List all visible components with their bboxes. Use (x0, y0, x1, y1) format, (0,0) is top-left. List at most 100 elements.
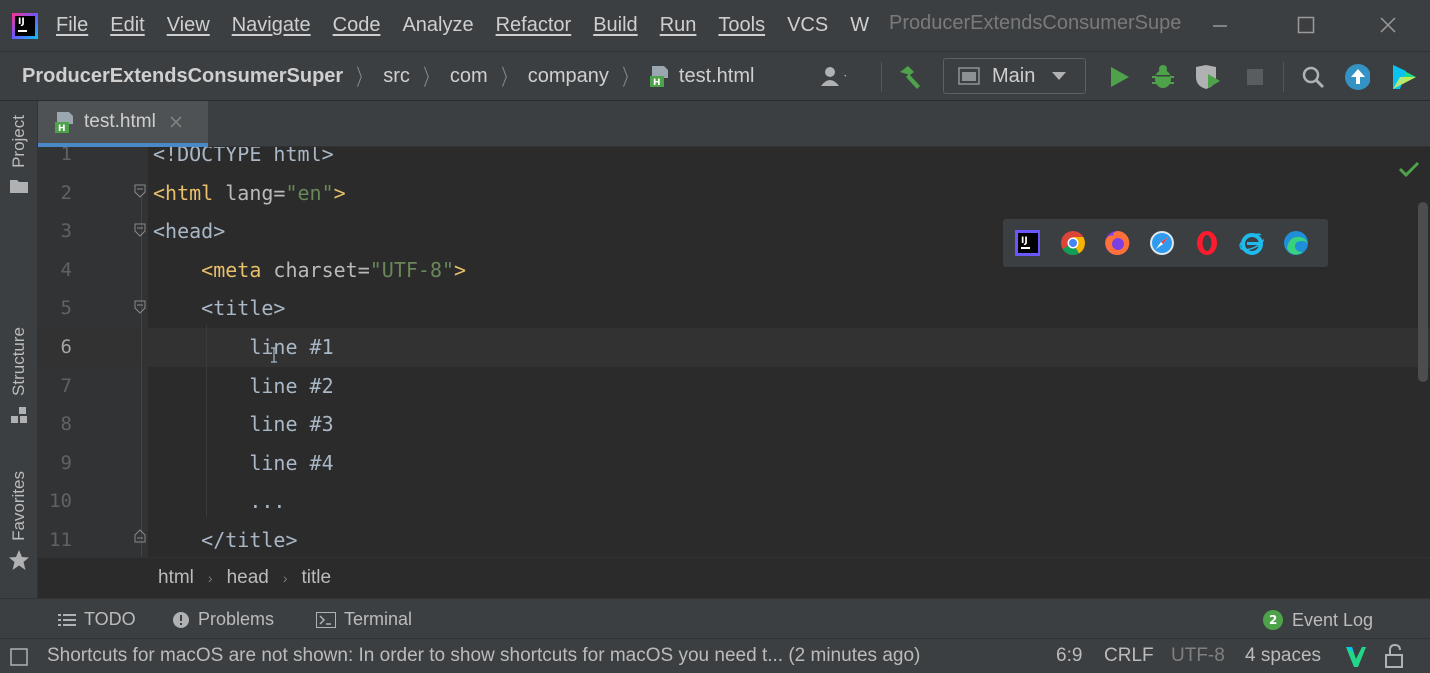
code-line[interactable]: 1 <!DOCTYPE html> (38, 147, 1430, 174)
fold-marker-icon[interactable] (134, 529, 146, 543)
structure-tool-tab[interactable]: Structure (0, 327, 38, 424)
menu-refactor[interactable]: Refactor (496, 14, 572, 37)
user-icon (821, 67, 846, 86)
toolbox-button[interactable] (1390, 64, 1416, 90)
structure-icon (11, 406, 27, 423)
chevron-right-icon: › (207, 570, 213, 586)
run-config-select[interactable]: Main (943, 58, 1086, 94)
menu-run[interactable]: Run (660, 14, 697, 37)
unlock-icon[interactable] (1384, 644, 1406, 668)
status-message[interactable]: Shortcuts for macOS are not shown: In or… (47, 645, 1003, 667)
code-line-current[interactable]: 6 line #1 (38, 328, 1430, 367)
code-line[interactable]: 7 line #2 (38, 367, 1430, 406)
event-count-badge: 2 (1263, 610, 1283, 630)
firefox-icon[interactable] (1104, 230, 1130, 256)
menu-code[interactable]: Code (333, 14, 381, 37)
code-line[interactable]: 10 ... (38, 482, 1430, 521)
crumb-file[interactable]: test.html (679, 65, 755, 88)
event-log-tool-button[interactable]: 2 Event Log (1262, 609, 1373, 631)
fold-marker-icon[interactable] (134, 184, 146, 198)
nav-breadcrumb: ProducerExtendsConsumerSuper 〉 src 〉 com… (0, 60, 754, 92)
crumb-company[interactable]: company (528, 65, 609, 88)
indent-guide (141, 197, 142, 557)
ie-icon[interactable] (1238, 230, 1264, 256)
svg-text:IJ: IJ (1021, 236, 1028, 246)
menu-window[interactable]: W (850, 14, 869, 37)
code-line[interactable]: 9 line #4 (38, 444, 1430, 483)
status-bar: Shortcuts for macOS are not shown: In or… (0, 638, 1430, 673)
stop-button[interactable] (1242, 64, 1268, 90)
warning-icon (173, 611, 189, 628)
editor-scrollbar[interactable] (1414, 147, 1430, 557)
crumb-html[interactable]: html (158, 567, 194, 589)
caret-position[interactable]: 6:9 (1056, 645, 1082, 667)
panel-toggle-icon[interactable] (10, 648, 28, 666)
minimize-button[interactable] (1200, 8, 1240, 42)
vim-icon[interactable] (1344, 645, 1368, 669)
run-button[interactable] (1106, 64, 1132, 90)
chevron-right-icon: 〉 (356, 65, 370, 90)
crumb-head[interactable]: head (227, 567, 269, 589)
safari-icon[interactable] (1149, 230, 1175, 256)
file-encoding[interactable]: UTF-8 (1171, 645, 1225, 667)
problems-tool-button[interactable]: Problems (172, 609, 274, 630)
favorites-tool-tab[interactable]: Favorites (0, 471, 38, 571)
run-with-coverage-button[interactable] (1194, 64, 1220, 90)
todo-tool-button[interactable]: TODO (58, 609, 136, 630)
crumb-project[interactable]: ProducerExtendsConsumerSuper (22, 65, 343, 88)
html-file-icon: H (649, 65, 671, 88)
main-menu: File Edit View Navigate Code Analyze Ref… (56, 14, 891, 37)
edge-icon[interactable] (1283, 230, 1309, 256)
html-file-icon: H (55, 112, 73, 133)
indent-setting[interactable]: 4 spaces (1245, 645, 1321, 667)
code-line[interactable]: 8 line #3 (38, 405, 1430, 444)
close-tab-icon[interactable] (170, 116, 182, 128)
opera-icon[interactable] (1194, 230, 1219, 256)
chrome-icon[interactable] (1060, 230, 1085, 256)
maximize-button[interactable] (1286, 8, 1326, 42)
menu-build[interactable]: Build (593, 14, 637, 37)
minimize-icon (1213, 25, 1227, 27)
intellij-icon[interactable]: IJ (1015, 230, 1041, 256)
user-account-button[interactable] (820, 64, 846, 90)
terminal-tool-button[interactable]: Terminal (316, 609, 412, 630)
terminal-icon (316, 611, 336, 628)
star-icon (9, 549, 29, 570)
code-line[interactable]: 11 </title> (38, 521, 1430, 557)
list-icon (58, 613, 76, 626)
menu-view[interactable]: View (167, 14, 210, 37)
menu-file[interactable]: File (56, 14, 88, 37)
debug-button[interactable] (1150, 64, 1176, 90)
window-title: ProducerExtendsConsumerSuper (889, 12, 1181, 34)
line-separator[interactable]: CRLF (1104, 645, 1154, 667)
tab-test-html[interactable]: H test.html (38, 101, 208, 147)
search-everywhere-button[interactable] (1300, 64, 1326, 90)
navigation-bar: ProducerExtendsConsumerSuper 〉 src 〉 com… (0, 51, 1430, 101)
crumb-com[interactable]: com (450, 65, 488, 88)
menu-tools[interactable]: Tools (718, 14, 765, 37)
tab-label: test.html (84, 111, 156, 132)
indent-guide (206, 325, 207, 517)
menu-navigate[interactable]: Navigate (232, 14, 311, 37)
folder-icon (10, 179, 28, 193)
crumb-title[interactable]: title (302, 567, 332, 589)
chevron-right-icon: 〉 (423, 65, 437, 90)
close-icon (1380, 17, 1396, 33)
arrow-up-icon (1345, 64, 1370, 90)
build-button[interactable] (896, 64, 922, 90)
code-editor[interactable]: 1 <!DOCTYPE html> 2 <html lang="en"> 3 <… (38, 147, 1430, 557)
code-line[interactable]: 5 <title> (38, 289, 1430, 328)
project-tool-tab[interactable]: Project (0, 115, 38, 194)
scrollbar-thumb[interactable] (1418, 202, 1428, 382)
code-line[interactable]: 2 <html lang="en"> (38, 174, 1430, 213)
fold-marker-icon[interactable] (134, 223, 146, 237)
intellij-logo-icon[interactable]: IJ (12, 12, 38, 39)
menu-edit[interactable]: Edit (110, 14, 144, 37)
menu-vcs[interactable]: VCS (787, 14, 828, 37)
close-window-button[interactable] (1368, 8, 1408, 42)
crumb-src[interactable]: src (383, 65, 410, 88)
fold-marker-icon[interactable] (134, 300, 146, 314)
update-button[interactable] (1344, 64, 1370, 90)
menu-analyze[interactable]: Analyze (402, 14, 473, 37)
maximize-icon (1297, 16, 1315, 34)
